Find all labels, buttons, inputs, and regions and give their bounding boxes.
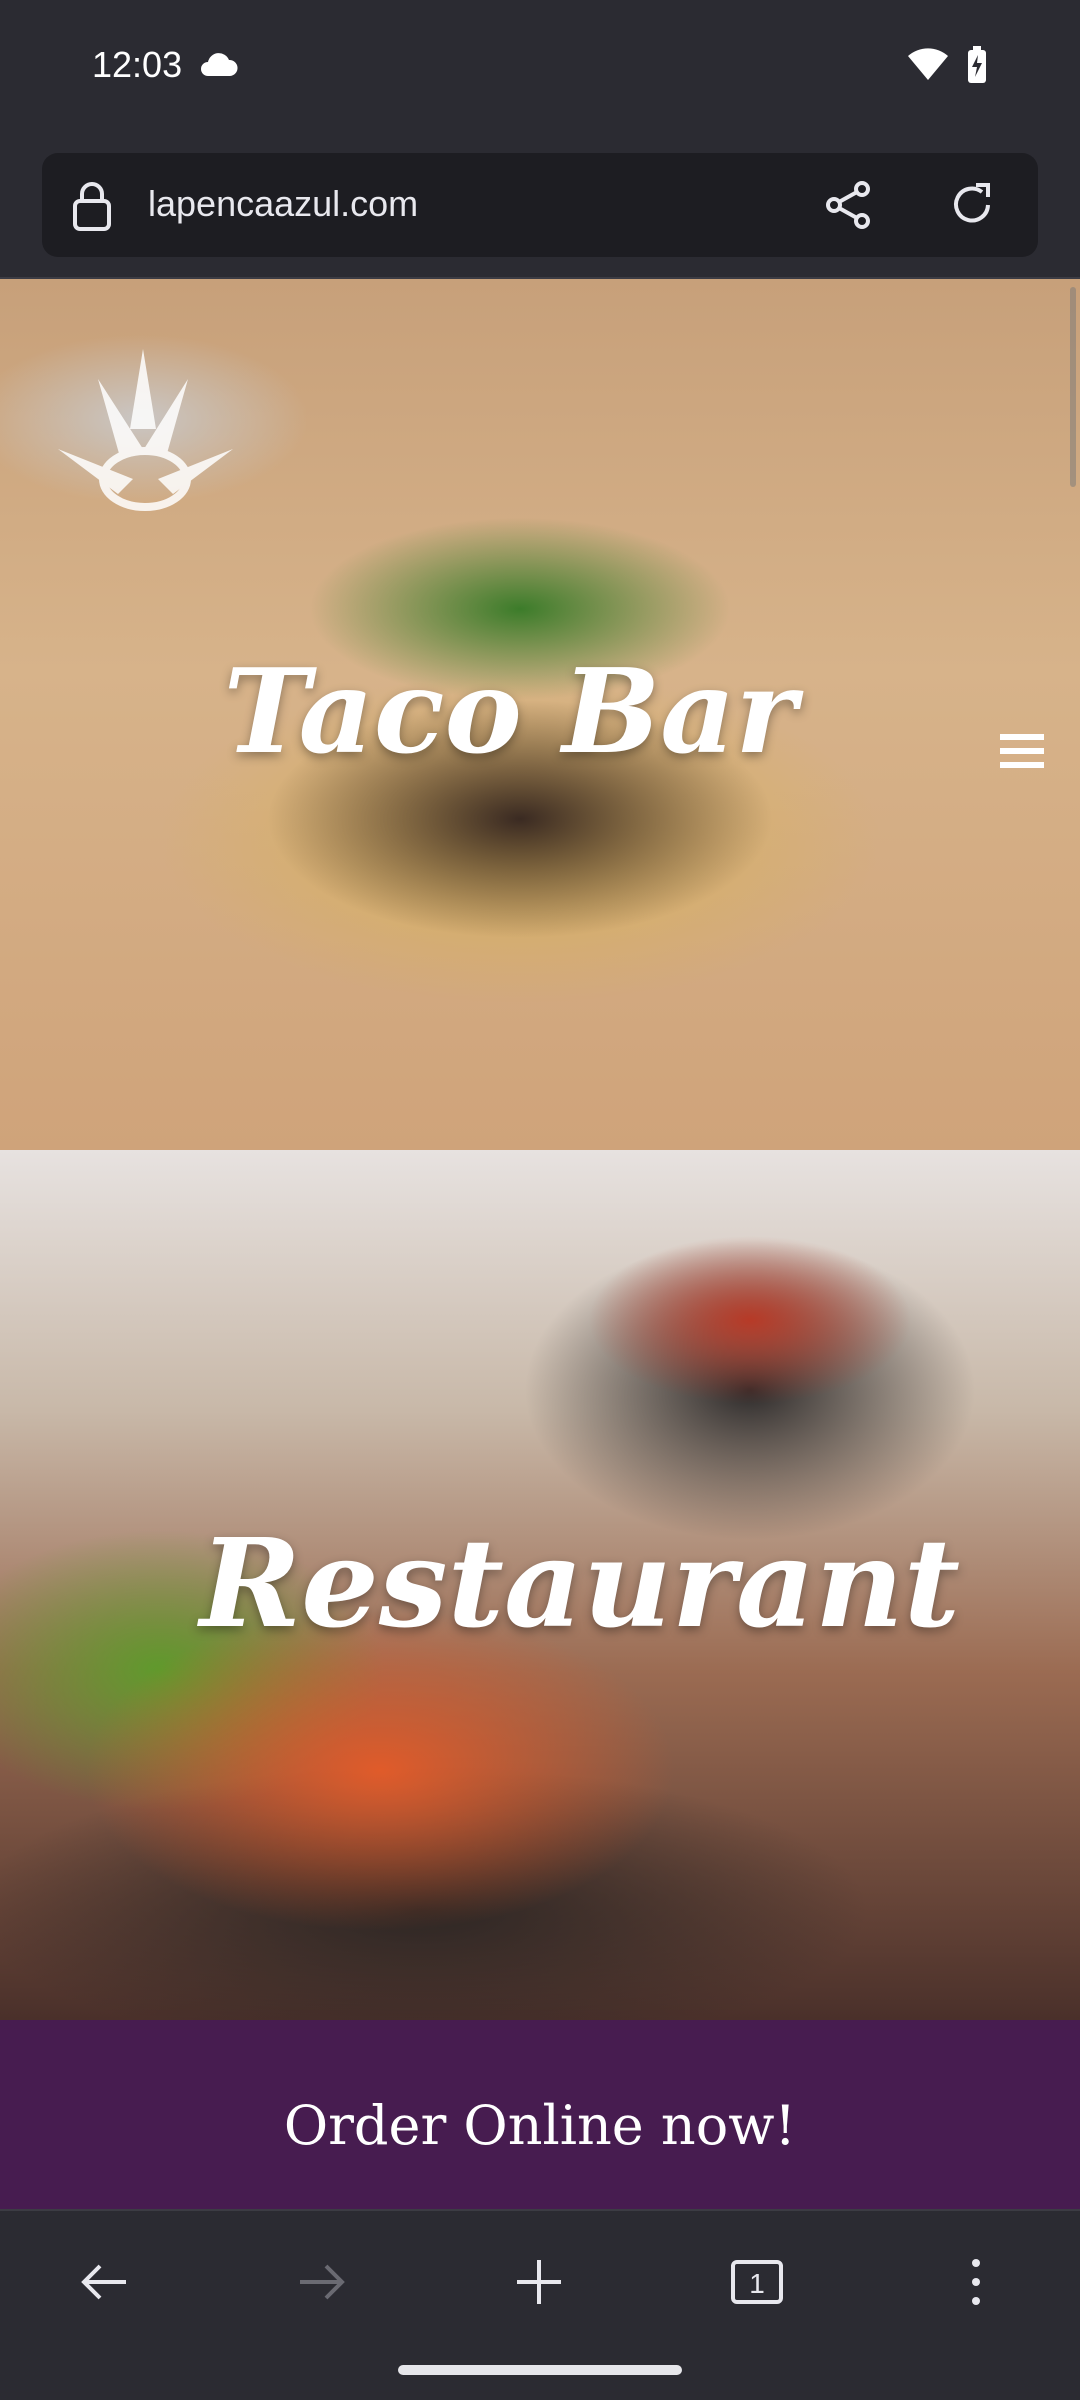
status-bar: 12:03 xyxy=(0,0,1080,136)
hero-taco-image: Taco Bar xyxy=(0,279,1080,1150)
lock-icon[interactable] xyxy=(72,181,112,236)
order-online-link[interactable]: Order Online now! xyxy=(0,2094,1080,2157)
hero-title-taco-bar: Taco Bar xyxy=(223,644,797,780)
battery-charging-icon xyxy=(966,46,988,89)
browser-toolbar: lapencaazul.com xyxy=(0,136,1080,278)
agave-logo[interactable] xyxy=(48,339,248,534)
more-vert-icon[interactable] xyxy=(966,2257,986,2312)
back-arrow-icon[interactable] xyxy=(78,2257,130,2312)
cloud-icon xyxy=(198,52,238,83)
tab-count-icon[interactable]: 1 xyxy=(730,2257,784,2312)
home-indicator[interactable] xyxy=(398,2365,682,2375)
forward-arrow-icon[interactable] xyxy=(296,2257,348,2312)
hero-title-restaurant: Restaurant xyxy=(199,1511,961,1655)
url-text[interactable]: lapencaazul.com xyxy=(148,183,418,225)
share-icon[interactable] xyxy=(822,179,874,236)
browser-bottom-nav: 1 xyxy=(0,2211,1080,2400)
tab-count: 1 xyxy=(749,2268,765,2299)
new-tab-plus-icon[interactable] xyxy=(514,2257,564,2312)
web-content: Taco Bar Restaurant Order Online now! xyxy=(0,279,1080,2209)
page-scrollbar[interactable] xyxy=(1070,287,1076,487)
wifi-icon xyxy=(908,48,948,87)
status-time: 12:03 xyxy=(92,44,183,85)
order-online-banner[interactable]: Order Online now! xyxy=(0,2020,1080,2209)
address-bar[interactable]: lapencaazul.com xyxy=(42,153,1038,257)
reload-icon[interactable] xyxy=(946,179,998,236)
hamburger-menu-icon[interactable] xyxy=(1000,732,1044,775)
